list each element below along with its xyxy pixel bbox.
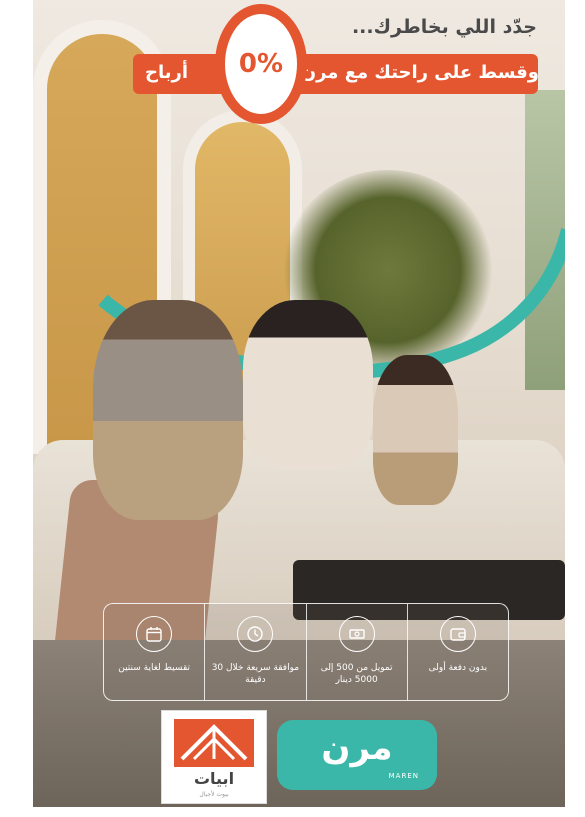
abyat-name: ابيات — [193, 769, 235, 788]
feature-text: تقسيط لغاية سنتين — [118, 663, 190, 673]
headline-line1: جدّد اللي بخاطرك... — [351, 16, 537, 38]
money-icon — [338, 616, 375, 652]
wallet-icon — [439, 616, 476, 652]
percent-value: 0% — [238, 49, 284, 79]
calendar-icon — [136, 616, 173, 652]
feature-financing-range: تمويل من 500 إلى 5000 دينار — [305, 604, 407, 700]
abyat-tagline: بيوت لأجيال — [199, 791, 229, 798]
feature-text: بدون دفعة أولى — [428, 663, 488, 673]
offer-banner-text: وقسط على راحتك مع مرن — [300, 62, 539, 83]
zero-percent-badge: 0% — [215, 4, 307, 124]
woman — [243, 300, 373, 470]
child — [373, 355, 458, 505]
maren-name-english: MAREN — [388, 772, 419, 780]
maren-name-arabic: مرن — [321, 728, 393, 768]
feature-text: موافقة سريعة خلال 30 دقيقة — [211, 663, 300, 685]
man — [93, 300, 243, 520]
feature-fast-approval: موافقة سريعة خلال 30 دقيقة — [204, 604, 305, 700]
feature-installments: تقسيط لغاية سنتين — [104, 604, 204, 700]
features-strip: تقسيط لغاية سنتين موافقة سريعة خلال 30 د… — [103, 603, 509, 701]
feature-no-downpayment: بدون دفعة أولى — [406, 604, 508, 700]
profit-label: أرباح — [145, 62, 189, 83]
abyat-logo-mark — [174, 719, 254, 767]
maren-logo: مرن MAREN — [277, 720, 437, 790]
abyat-logo: ابيات بيوت لأجيال — [161, 710, 267, 804]
page: جدّد اللي بخاطرك... وقسط على راحتك مع مر… — [0, 0, 585, 817]
clock-icon — [237, 616, 274, 652]
advertisement: جدّد اللي بخاطرك... وقسط على راحتك مع مر… — [33, 0, 565, 807]
feature-text: تمويل من 500 إلى 5000 دينار — [320, 663, 393, 685]
